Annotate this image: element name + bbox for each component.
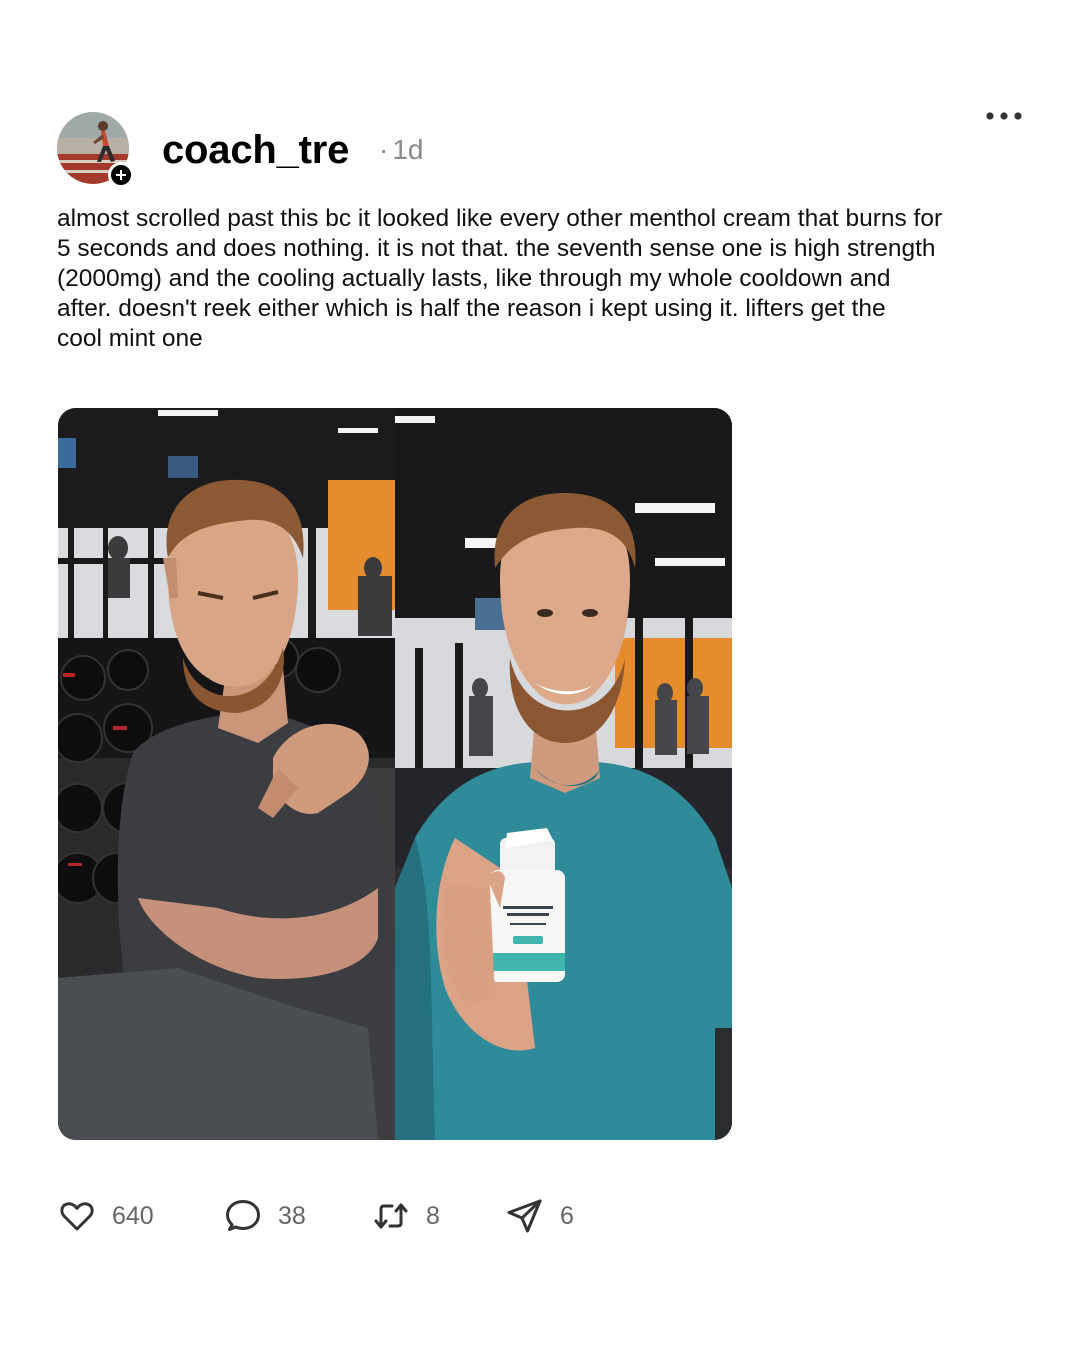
repost-button[interactable]: 8 [372, 1196, 440, 1236]
repost-icon [374, 1203, 408, 1229]
more-horizontal-icon [986, 112, 1022, 120]
more-options-button[interactable] [980, 104, 1028, 128]
plus-icon [116, 170, 126, 180]
media-image-left[interactable] [58, 408, 395, 1140]
send-icon [507, 1199, 542, 1233]
comment-count: 38 [278, 1201, 306, 1230]
post-header: coach_tre · 1d [57, 112, 757, 188]
gym-photo-holding-cream [395, 408, 732, 1140]
post-media [58, 408, 732, 1140]
post-actions: 640 38 8 6 [58, 1196, 658, 1240]
media-image-right[interactable] [395, 408, 732, 1140]
follow-button[interactable] [108, 162, 134, 188]
repost-count: 8 [426, 1201, 440, 1230]
post-timestamp: · 1d [379, 132, 423, 168]
timestamp-value: 1d [392, 134, 424, 165]
post-caption: almost scrolled past this bc it looked l… [57, 205, 943, 352]
like-count: 640 [112, 1201, 154, 1230]
avatar-button[interactable] [57, 112, 134, 188]
share-count: 6 [560, 1201, 574, 1230]
gym-photo-shoulder-pain [58, 408, 395, 1140]
username[interactable]: coach_tre [162, 126, 349, 174]
comment-button[interactable]: 38 [224, 1196, 306, 1236]
post-card: coach_tre · 1d almost scrolled past this … [0, 0, 1080, 1350]
heart-icon [60, 1202, 94, 1231]
like-button[interactable]: 640 [58, 1196, 154, 1236]
share-button[interactable]: 6 [506, 1196, 574, 1236]
timestamp-separator: · [379, 134, 389, 165]
comment-bubble-icon [226, 1200, 260, 1231]
